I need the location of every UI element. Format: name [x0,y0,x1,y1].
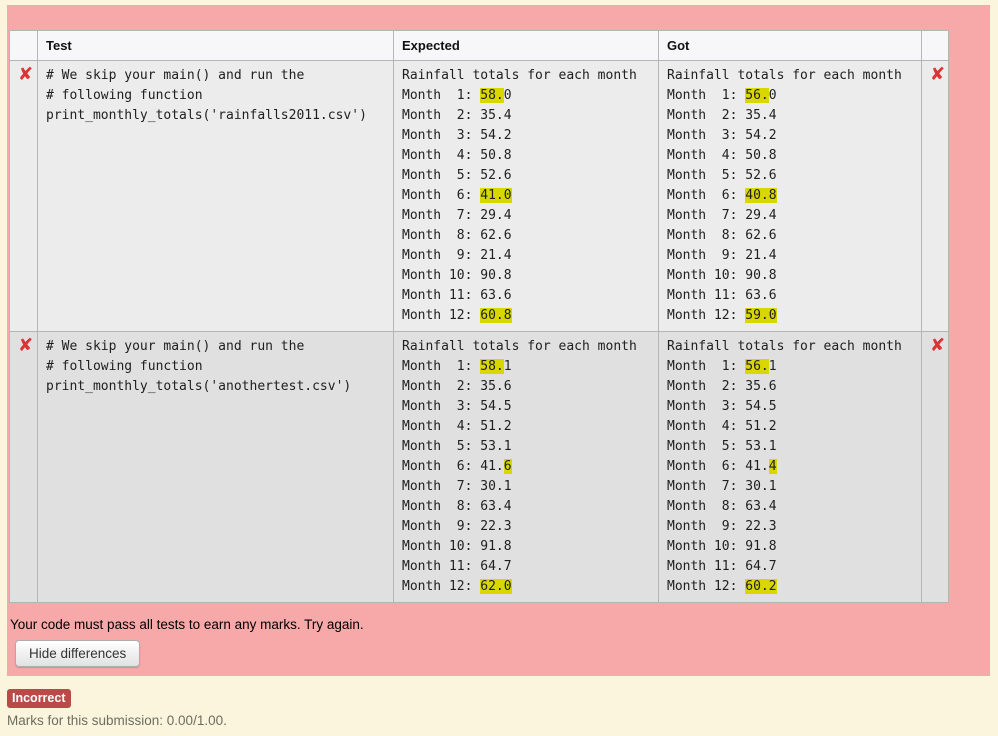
result-status-cell-right: ✘ [921,331,949,603]
diff-highlight: 60.8 [480,308,512,323]
diff-highlight: 62.0 [480,579,512,594]
expected-output-cell: Rainfall totals for each month Month 1: … [393,60,659,332]
coderunner-feedback-panel: Test Expected Got ✘ # We skip your main()… [7,5,990,676]
fail-icon: ✘ [930,335,946,356]
hide-differences-button[interactable]: Hide differences [15,640,141,667]
header-cell-expected: Expected [393,30,659,61]
status-badge: Incorrect [7,689,71,708]
got-output-cell: Rainfall totals for each month Month 1: … [658,60,922,332]
diff-highlight: 58. [480,88,504,103]
diff-highlight: 60.2 [745,579,777,594]
got-output-cell: Rainfall totals for each month Month 1: … [658,331,922,603]
test-code: # We skip your main() and run the # foll… [46,68,367,123]
got-output: Rainfall totals for each month Month 1: … [667,339,902,594]
header-cell-empty-left [9,30,38,61]
fail-icon: ✘ [18,64,34,85]
diff-highlight: 40.8 [745,188,777,203]
expected-output-cell: Rainfall totals for each month Month 1: … [393,331,659,603]
header-cell-empty-right [921,30,949,61]
got-output: Rainfall totals for each month Month 1: … [667,68,902,323]
header-cell-test: Test [37,30,394,61]
test-code-cell: # We skip your main() and run the # foll… [37,60,394,332]
result-status-cell-right: ✘ [921,60,949,332]
quiz-feedback-page: Test Expected Got ✘ # We skip your main()… [0,5,998,728]
diff-highlight: 6 [503,459,512,474]
result-status-cell-left: ✘ [9,60,38,332]
diff-highlight: 59.0 [745,308,777,323]
result-status-cell-left: ✘ [9,331,38,603]
test-result-row: ✘ # We skip your main() and run the # fol… [9,331,949,603]
marks-text: Marks for this submission: 0.00/1.00. [7,713,227,728]
test-code-cell: # We skip your main() and run the # foll… [37,331,394,603]
test-results-table: Test Expected Got ✘ # We skip your main()… [9,30,949,603]
fail-icon: ✘ [930,64,946,85]
expected-output: Rainfall totals for each month Month 1: … [402,68,637,323]
results-table-header: Test Expected Got [9,30,949,61]
test-result-row: ✘ # We skip your main() and run the # fol… [9,60,949,332]
results-table-body: ✘ # We skip your main() and run the # fol… [9,60,949,603]
feedback-message: Your code must pass all tests to earn an… [10,617,364,632]
test-code: # We skip your main() and run the # foll… [46,339,352,394]
expected-output: Rainfall totals for each month Month 1: … [402,339,637,594]
header-row: Test Expected Got [9,30,949,61]
header-cell-got: Got [658,30,922,61]
fail-icon: ✘ [18,335,34,356]
diff-highlight: 41.0 [480,188,512,203]
diff-highlight: 56. [745,88,769,103]
diff-highlight: 58. [480,359,504,374]
diff-highlight: 4 [768,459,777,474]
outcome-section: Incorrect Marks for this submission: 0.0… [7,689,998,728]
diff-highlight: 56. [745,359,769,374]
